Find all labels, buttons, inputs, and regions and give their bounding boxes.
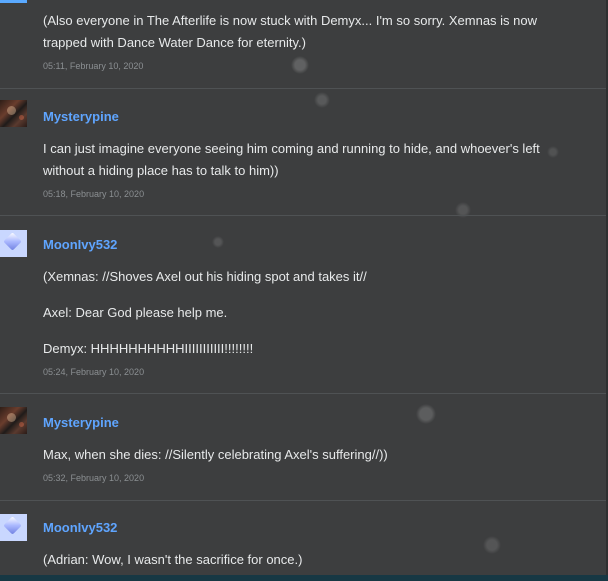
comment-text: I can just imagine everyone seeing him c… [43,141,540,156]
user-avatar[interactable] [0,407,27,434]
comment-post: MoonIvy532 (Xemnas: //Shoves Axel out hi… [0,216,608,394]
comment-text: trapped with Dance Water Dance for etern… [43,35,307,50]
comment-post: MoonIvy532 (Adrian: Wow, I wasn't the sa… [0,501,608,581]
comment-post: Mysterypine Max, when she dies: //Silent… [0,394,608,501]
comment-text: (Adrian: Wow, I wasn't the sacrifice for… [43,552,303,567]
user-avatar[interactable] [0,100,27,127]
comment-post: (Also everyone in The Afterlife is now s… [0,0,608,89]
user-avatar[interactable] [0,230,27,257]
comment-author-link[interactable]: MoonIvy532 [43,520,117,535]
comment-post: Mysterypine I can just imagine everyone … [0,89,608,216]
comment-author-link[interactable]: Mysterypine [43,109,119,124]
comment-timestamp: 05:32, February 10, 2020 [43,473,145,483]
comment-text: (Xemnas: //Shoves Axel out his hiding sp… [43,269,367,284]
bottom-border-strip [0,575,608,581]
comment-author-link[interactable]: MoonIvy532 [43,237,117,252]
comment-timestamp: 05:18, February 10, 2020 [43,189,145,199]
comment-text: Max, when she dies: //Silently celebrati… [43,447,388,462]
user-avatar[interactable] [0,514,27,541]
comment-timestamp: 05:24, February 10, 2020 [43,367,145,377]
comment-text: Demyx: HHHHHHHHHHIIIIIIIIIII!!!!!!!! [43,341,254,356]
comment-timestamp: 05:11, February 10, 2020 [43,61,144,71]
comment-thread: (Also everyone in The Afterlife is now s… [0,0,608,581]
comment-text: (Also everyone in The Afterlife is now s… [43,13,538,28]
comment-text: Axel: Dear God please help me. [43,305,228,320]
comment-author-link[interactable]: Mysterypine [43,415,119,430]
comment-text: without a hiding place has to talk to hi… [43,163,279,178]
